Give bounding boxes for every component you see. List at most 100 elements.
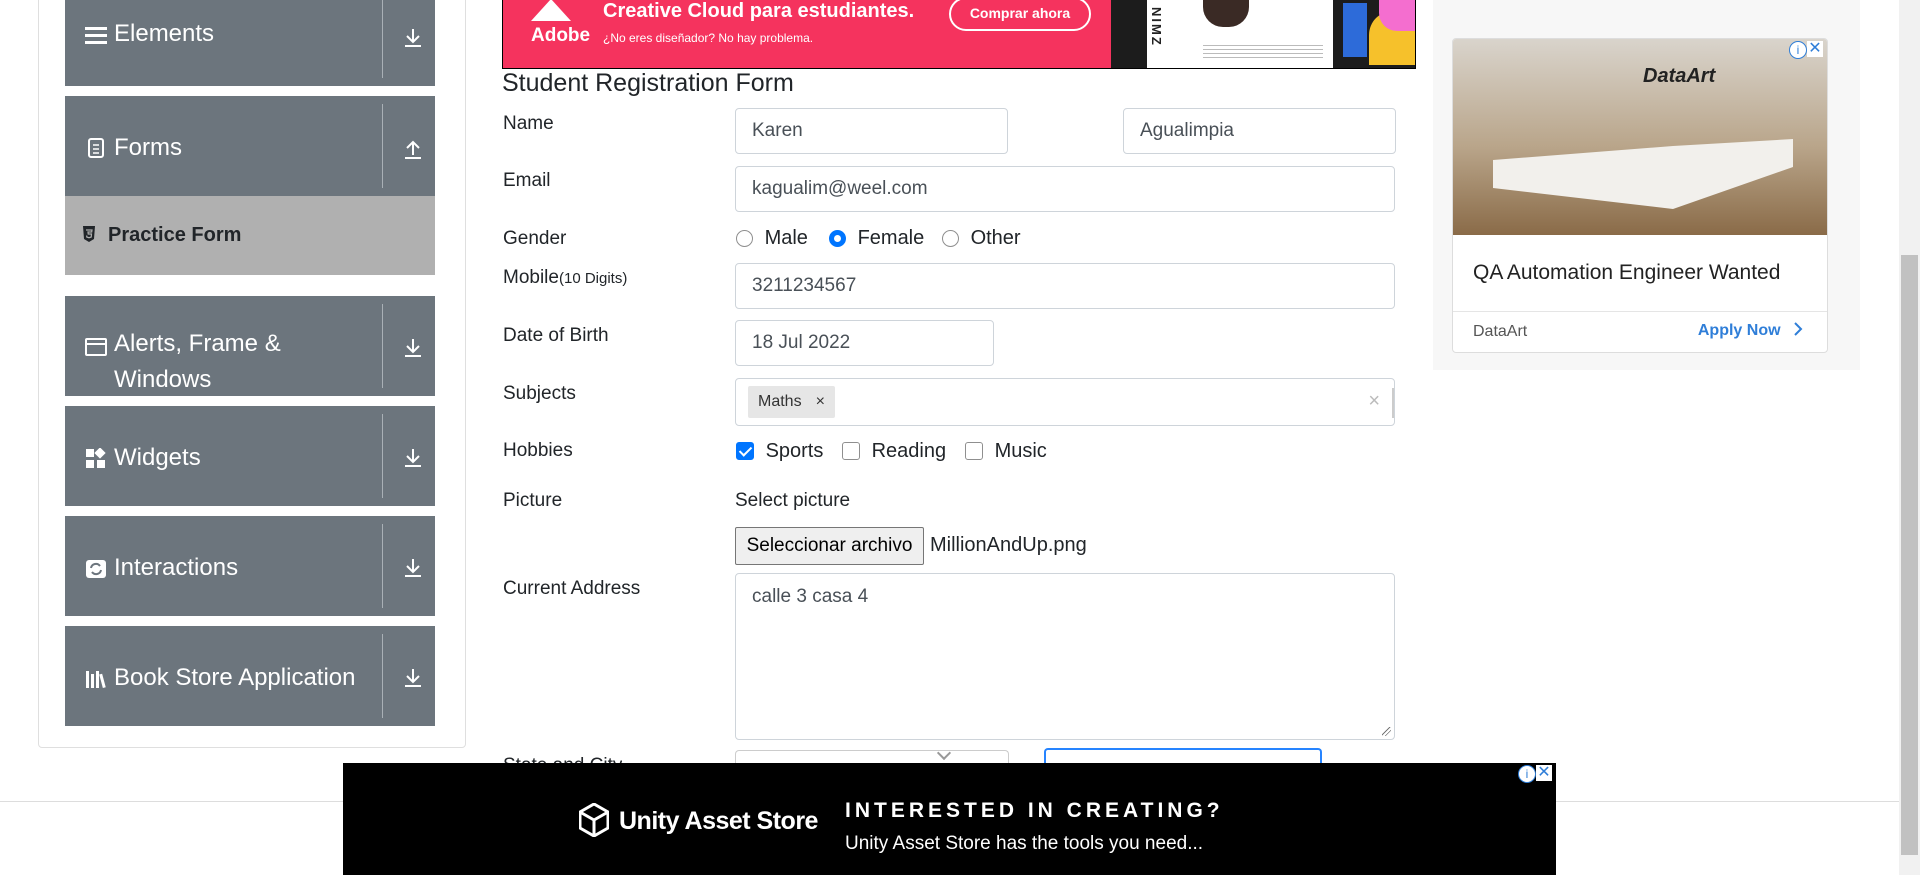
- divider: [382, 104, 383, 188]
- radio-label: Male: [764, 227, 808, 249]
- gender-radio-female[interactable]: Female: [829, 227, 924, 250]
- adobe-ad-banner[interactable]: Adobe Creative Cloud para estudiantes. ¿…: [502, 0, 1416, 69]
- sidebar-group-interactions[interactable]: Interactions: [65, 516, 435, 616]
- sidebar-group-alerts-frame-windows[interactable]: Alerts, Frame & Windows: [65, 296, 435, 396]
- chevron-right-icon: [1794, 322, 1803, 336]
- unity-ad-banner[interactable]: Unity Asset Store INTERESTED IN CREATING…: [343, 763, 1556, 875]
- radio-button[interactable]: [829, 230, 846, 247]
- ad-close-icon[interactable]: ✕: [1536, 765, 1552, 781]
- checkbox[interactable]: [736, 442, 754, 460]
- mobile-label-text: Mobile: [503, 267, 559, 288]
- sidebar-group-forms[interactable]: Forms: [65, 96, 435, 196]
- sidebar-group-book-store[interactable]: Book Store Application: [65, 626, 435, 726]
- checkbox[interactable]: [965, 442, 983, 460]
- hobbies-label: Hobbies: [503, 440, 573, 461]
- ad-info-icon[interactable]: i: [1789, 41, 1807, 59]
- ad-headline: Creative Cloud para estudiantes.: [603, 0, 915, 22]
- upload-arrow-icon[interactable]: [401, 138, 425, 162]
- select-picture-label: Select picture: [735, 490, 851, 511]
- ad-info-icon[interactable]: i: [1518, 765, 1536, 783]
- resize-handle-icon[interactable]: [1382, 727, 1391, 736]
- radio-label: Other: [970, 227, 1021, 249]
- apply-now-link[interactable]: Apply Now: [1698, 322, 1803, 340]
- ad-office-image: DataArt: [1453, 39, 1827, 235]
- mobile-hint: (10 Digits): [558, 270, 628, 287]
- divider: [382, 304, 383, 388]
- mobile-label: Mobile(10 Digits): [503, 267, 627, 289]
- sidebar-item-practice-form[interactable]: Practice Form: [65, 196, 435, 275]
- html-icon: [83, 226, 95, 242]
- download-arrow-icon[interactable]: [401, 666, 425, 690]
- download-arrow-icon[interactable]: [401, 336, 425, 360]
- ad-image: NIMZ: [1111, 0, 1415, 68]
- current-address-value: calle 3 casa 4: [752, 586, 869, 607]
- sidebar-group-widgets[interactable]: Widgets: [65, 406, 435, 506]
- name-label: Name: [503, 113, 554, 134]
- apply-now-label: Apply Now: [1697, 322, 1781, 339]
- email-input[interactable]: kagualim@weel.com: [735, 166, 1395, 212]
- sidebar-group-elements[interactable]: Elements: [65, 0, 435, 86]
- hobby-checkbox-sports[interactable]: Sports: [736, 440, 823, 463]
- radio-button[interactable]: [942, 230, 959, 247]
- page-title: Student Registration Form: [502, 69, 794, 97]
- sidebar-item-label: Practice Form: [108, 224, 242, 246]
- sidebar-group-label: Alerts, Frame &: [114, 330, 281, 357]
- divider: [382, 524, 383, 608]
- ad-headline: INTERESTED IN CREATING?: [845, 799, 1224, 822]
- file-name: MillionAndUp.png: [930, 534, 1087, 556]
- dob-label: Date of Birth: [503, 325, 609, 346]
- last-name-input[interactable]: Agualimpia: [1123, 108, 1396, 154]
- current-address-textarea[interactable]: calle 3 casa 4: [735, 573, 1395, 740]
- divider: [1392, 388, 1394, 418]
- sidebar-group-label-line2: Windows: [114, 366, 212, 393]
- divider: [382, 414, 383, 498]
- email-label: Email: [503, 170, 551, 191]
- download-arrow-icon[interactable]: [401, 446, 425, 470]
- download-arrow-icon[interactable]: [401, 556, 425, 580]
- divider: [382, 0, 383, 78]
- dataart-ad-card[interactable]: DataArt i ✕ QA Automation Engineer Wante…: [1452, 38, 1828, 353]
- sidebar-group-label: Widgets: [114, 444, 201, 471]
- sidebar-group-label: Interactions: [114, 554, 239, 581]
- widgets-icon: [86, 448, 106, 468]
- checkbox-label: Reading: [871, 440, 947, 462]
- ad-vertical-text: NIMZ: [1149, 7, 1164, 47]
- state-city-label: State and City: [503, 755, 622, 763]
- gender-radio-male[interactable]: Male: [736, 227, 808, 250]
- hamburger-icon: [85, 27, 107, 44]
- hobby-checkbox-reading[interactable]: Reading: [842, 440, 946, 463]
- choose-file-button[interactable]: Seleccionar archivo: [735, 527, 924, 565]
- current-address-label: Current Address: [503, 578, 641, 599]
- download-arrow-icon[interactable]: [401, 26, 425, 50]
- gender-label: Gender: [503, 228, 567, 249]
- date-of-birth-input[interactable]: 18 Jul 2022: [735, 320, 994, 366]
- ad-cta-button[interactable]: Comprar ahora: [949, 0, 1091, 31]
- subjects-input[interactable]: Maths × ×: [735, 378, 1395, 426]
- remove-chip-icon[interactable]: ×: [816, 393, 825, 410]
- gender-radio-other[interactable]: Other: [942, 227, 1021, 250]
- picture-label: Picture: [503, 490, 563, 511]
- document-icon: [88, 138, 104, 158]
- page-scrollbar[interactable]: [1899, 0, 1920, 875]
- scrollbar-thumb[interactable]: [1901, 255, 1918, 855]
- mobile-input[interactable]: 3211234567: [735, 263, 1395, 309]
- ad-image-logo: DataArt: [1643, 65, 1716, 87]
- subject-chip-label: Maths: [758, 393, 802, 410]
- sidebar-group-label: Book Store Application: [114, 664, 356, 691]
- books-icon: [86, 671, 106, 689]
- sidebar-group-label: Elements: [114, 20, 215, 47]
- adobe-logo-mark: [531, 0, 571, 21]
- ad-title[interactable]: QA Automation Engineer Wanted: [1473, 261, 1780, 285]
- unity-brand: Unity Asset Store: [619, 807, 818, 835]
- radio-button[interactable]: [736, 230, 753, 247]
- ad-close-icon[interactable]: ✕: [1807, 41, 1823, 57]
- unity-logo-icon: [579, 803, 609, 837]
- ad-brand: DataArt: [1473, 323, 1528, 340]
- clear-icon[interactable]: ×: [1368, 390, 1380, 413]
- window-icon: [85, 338, 107, 356]
- first-name-input[interactable]: Karen: [735, 108, 1008, 154]
- hobby-checkbox-music[interactable]: Music: [965, 440, 1047, 463]
- divider: [1453, 311, 1827, 312]
- subjects-label: Subjects: [503, 383, 576, 404]
- checkbox[interactable]: [842, 442, 860, 460]
